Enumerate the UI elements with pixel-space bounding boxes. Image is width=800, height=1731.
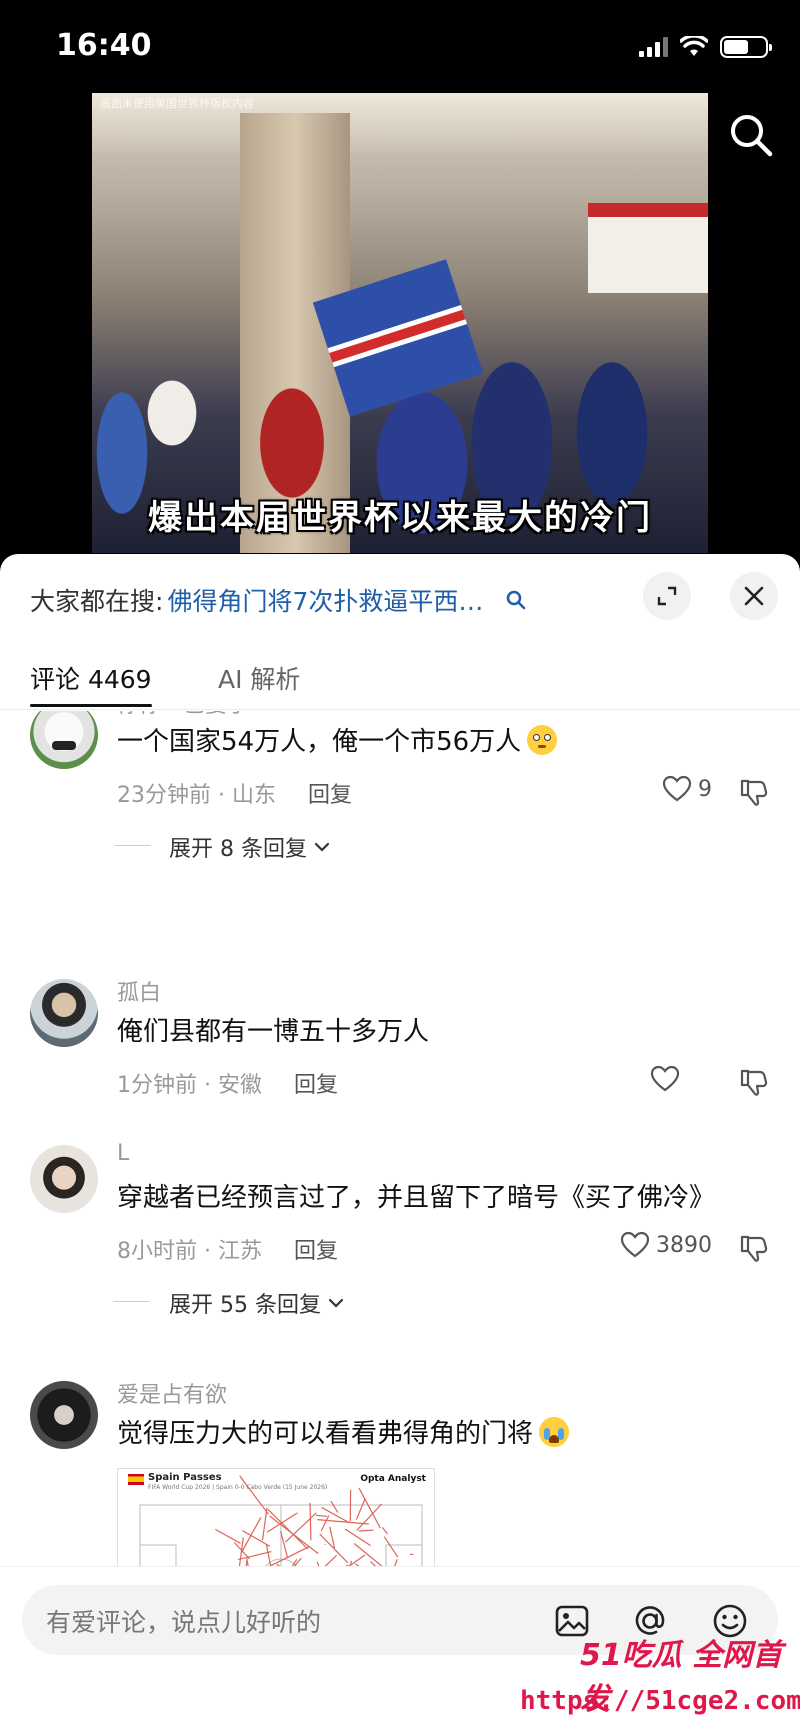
comment-text: 觉得压力大的可以看看弗得角的门将 bbox=[117, 1413, 570, 1450]
pass-line bbox=[280, 1530, 289, 1559]
reply-button[interactable]: 回复 bbox=[294, 1067, 338, 1099]
comment-item: 爱是占有欲 觉得压力大的可以看看弗得角的门将 Spain Passes FIFA… bbox=[0, 1381, 800, 1566]
pass-line bbox=[381, 1526, 388, 1535]
video-subtitle: 爆出本届世界杯以来最大的冷门 bbox=[148, 498, 652, 538]
pass-line bbox=[240, 1517, 262, 1553]
avatar[interactable] bbox=[30, 979, 98, 1047]
comment-username[interactable]: L bbox=[117, 1141, 129, 1166]
signal-icon bbox=[639, 37, 668, 57]
comment-meta: 23分钟前 · 山东 回复 bbox=[117, 777, 352, 809]
dislike-icon[interactable] bbox=[738, 1233, 770, 1265]
dislike-icon[interactable] bbox=[738, 777, 770, 809]
comment-text: 穿越者已经预言过了，并且留下了暗号《买了佛冷》 bbox=[117, 1183, 716, 1213]
comment-item: 你你一已婆子 一个国家54万人，俺一个市56万人 23分钟前 · 山东 回复 9… bbox=[0, 711, 800, 881]
pass-line bbox=[309, 1502, 312, 1541]
reply-button[interactable]: 回复 bbox=[294, 1233, 338, 1265]
comment-meta: 8小时前 · 江苏 回复 bbox=[117, 1233, 338, 1265]
comment-time-location: 8小时前 · 江苏 bbox=[117, 1239, 262, 1264]
pass-map-pitch bbox=[139, 1475, 423, 1566]
status-time: 16:40 bbox=[56, 28, 152, 63]
comment-image-pass-map[interactable]: Spain Passes FIFA World Cup 2026 | Spain… bbox=[117, 1468, 435, 1566]
comment-username[interactable]: 你你一已婆子 bbox=[117, 711, 249, 719]
comment-text: 一个国家54万人，俺一个市56万人 bbox=[117, 721, 558, 758]
comment-tabs: 评论 4469 AI 解析 bbox=[0, 650, 800, 710]
battery-icon bbox=[720, 36, 772, 58]
status-icons bbox=[639, 36, 772, 58]
tab-ai-analysis[interactable]: AI 解析 bbox=[218, 660, 300, 696]
trending-prefix: 大家都在搜: bbox=[30, 587, 164, 616]
crying-face-icon bbox=[539, 1417, 570, 1447]
pass-line bbox=[265, 1544, 272, 1566]
comment-username[interactable]: 爱是占有欲 bbox=[117, 1377, 227, 1409]
like-count: 3890 bbox=[656, 1232, 712, 1258]
chevron-down-icon bbox=[314, 842, 330, 852]
comment-time-location: 1分钟前 · 安徽 bbox=[117, 1073, 262, 1098]
site-watermark-url: https://51cge2.com bbox=[520, 1686, 800, 1716]
pass-line bbox=[267, 1508, 309, 1550]
avatar[interactable] bbox=[30, 711, 98, 769]
pass-line bbox=[355, 1498, 366, 1520]
comment-item: L 穿越者已经预言过了，并且留下了暗号《买了佛冷》 8小时前 · 江苏 回复 3… bbox=[0, 1141, 800, 1337]
expand-replies-button[interactable]: 展开 8 条回复 bbox=[115, 831, 331, 863]
pass-line bbox=[330, 1500, 339, 1513]
pass-line bbox=[316, 1514, 327, 1517]
avatar[interactable] bbox=[30, 1145, 98, 1213]
like-button[interactable] bbox=[650, 1065, 686, 1093]
pass-line bbox=[358, 1529, 374, 1532]
comment-time-location: 23分钟前 · 山东 bbox=[117, 783, 276, 808]
pass-line bbox=[245, 1558, 248, 1566]
heart-icon bbox=[620, 1231, 650, 1258]
comment-text: 俺们县都有一博五十多万人 bbox=[117, 1017, 430, 1047]
expand-replies-button[interactable]: 展开 55 条回复 bbox=[113, 1287, 345, 1319]
pass-line bbox=[215, 1528, 241, 1544]
avatar[interactable] bbox=[30, 1381, 98, 1449]
like-count: 9 bbox=[698, 776, 712, 802]
close-sheet-button[interactable] bbox=[730, 572, 778, 620]
pass-line bbox=[353, 1543, 383, 1566]
reply-button[interactable]: 回复 bbox=[308, 777, 352, 809]
video-player[interactable]: 画面未使用美国世界杯版权内容 爆出本届世界杯以来最大的冷门 bbox=[92, 93, 708, 553]
expand-replies-label: 展开 55 条回复 bbox=[169, 1293, 321, 1318]
comment-list[interactable]: 你你一已婆子 一个国家54万人，俺一个市56万人 23分钟前 · 山东 回复 9… bbox=[0, 711, 800, 1566]
like-button[interactable]: 9 bbox=[662, 775, 712, 803]
expand-sheet-button[interactable] bbox=[643, 572, 691, 620]
pass-line bbox=[344, 1528, 371, 1547]
heart-icon bbox=[650, 1065, 680, 1092]
heart-icon bbox=[662, 775, 692, 802]
like-button[interactable]: 3890 bbox=[620, 1231, 712, 1259]
comment-text-content: 一个国家54万人，俺一个市56万人 bbox=[117, 727, 522, 757]
comment-item: 孤白 俺们县都有一博五十多万人 1分钟前 · 安徽 回复 bbox=[0, 979, 800, 1111]
comment-sheet: 大家都在搜: 佛得角门将7次扑救逼平西… 评论 4469 AI 解析 你你一已婆… bbox=[0, 554, 800, 1731]
comment-meta: 1分钟前 · 安徽 回复 bbox=[117, 1067, 338, 1099]
dislike-icon[interactable] bbox=[738, 1067, 770, 1099]
wifi-icon bbox=[680, 36, 708, 56]
tab-comments[interactable]: 评论 4469 bbox=[30, 660, 152, 707]
chevron-down-icon bbox=[328, 1298, 344, 1308]
status-bar: 16:40 bbox=[0, 0, 800, 95]
video-watermark: 画面未使用美国世界杯版权内容 bbox=[100, 97, 254, 110]
flushed-face-icon bbox=[527, 725, 558, 755]
comment-input-placeholder: 有爱评论，说点儿好听的 bbox=[46, 1608, 322, 1637]
search-icon[interactable] bbox=[505, 589, 527, 611]
trending-search[interactable]: 大家都在搜: 佛得角门将7次扑救逼平西… bbox=[30, 578, 527, 622]
comment-username[interactable]: 孤白 bbox=[117, 975, 161, 1007]
close-icon bbox=[744, 586, 764, 606]
pass-line bbox=[266, 1512, 298, 1533]
pass-line bbox=[239, 1475, 269, 1515]
pass-line bbox=[261, 1507, 268, 1541]
comment-text-content: 觉得压力大的可以看看弗得角的门将 bbox=[117, 1419, 534, 1449]
pass-line bbox=[320, 1515, 330, 1532]
search-icon[interactable] bbox=[728, 112, 774, 158]
trending-query[interactable]: 佛得角门将7次扑救逼平西… bbox=[167, 582, 483, 618]
expand-replies-label: 展开 8 条回复 bbox=[169, 837, 307, 862]
expand-icon bbox=[657, 586, 677, 606]
